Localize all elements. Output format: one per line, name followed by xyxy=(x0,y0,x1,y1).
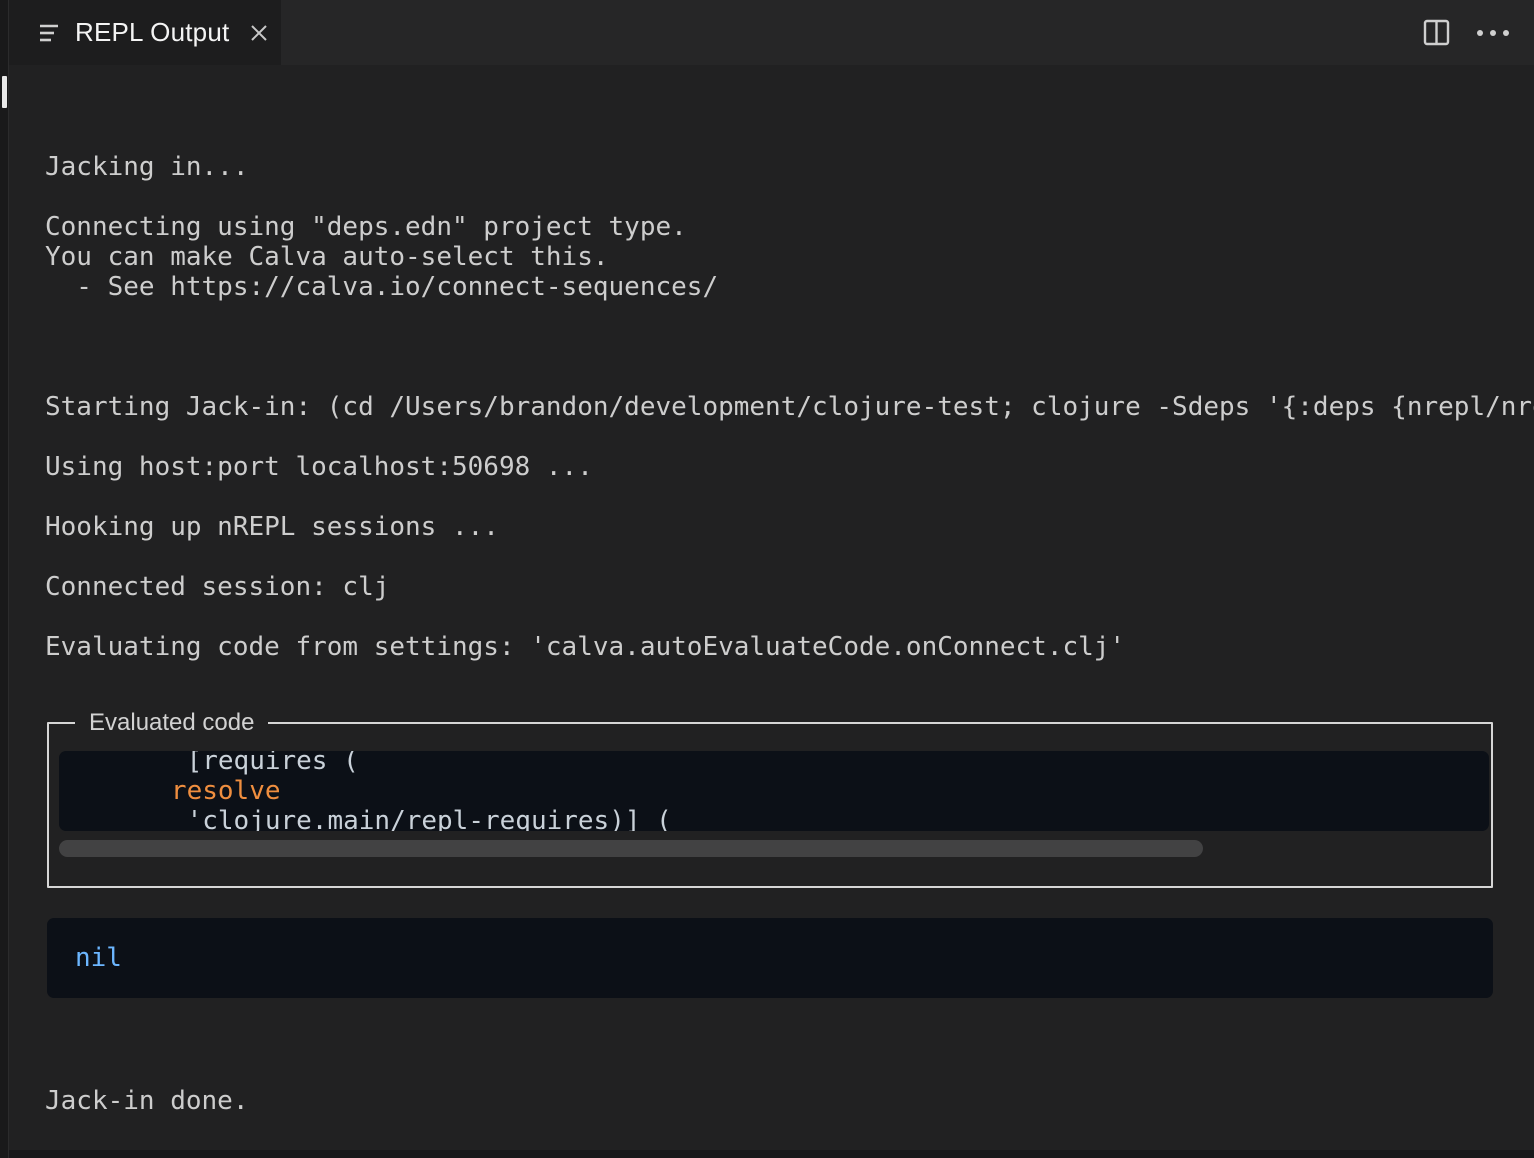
output-line: Connected session: clj xyxy=(45,572,1534,602)
output-icon xyxy=(39,22,63,44)
output-line: Connecting using "deps.edn" project type… xyxy=(45,212,1534,242)
tab-bar: REPL Output xyxy=(9,0,1534,65)
output-line: Using host:port localhost:50698 ... xyxy=(45,452,1534,482)
evaluated-code-legend: Evaluated code xyxy=(75,709,268,737)
output-line: Jacking in... xyxy=(45,152,1534,182)
split-editor-icon[interactable] xyxy=(1423,19,1450,46)
output-line: Starting Jack-in: (cd /Users/brandon/dev… xyxy=(45,392,1534,422)
horizontal-scrollbar[interactable] xyxy=(59,840,1483,857)
scrollbar-thumb[interactable] xyxy=(59,840,1203,857)
left-edge-strip xyxy=(0,0,9,1158)
jack-in-done-line: Jack-in done. xyxy=(45,1086,249,1116)
code-token: [requires ( xyxy=(171,751,359,776)
left-edge-glyph xyxy=(2,76,7,108)
evaluated-code-fieldset: Evaluated code ( when-let [requires ( re… xyxy=(47,709,1493,888)
more-actions-icon[interactable] xyxy=(1476,29,1510,37)
code-line: ( when-let [requires ( resolve 'clojure.… xyxy=(59,751,672,831)
output-area: Jacking in... Connecting using "deps.edn… xyxy=(45,152,1534,662)
output-line: - See https://calva.io/connect-sequences… xyxy=(45,272,1534,302)
editor-actions xyxy=(1423,0,1510,65)
tab-repl-output[interactable]: REPL Output xyxy=(9,0,281,65)
tab-title: REPL Output xyxy=(75,17,229,48)
code-token: resolve xyxy=(171,776,281,806)
result-value: nil xyxy=(47,943,122,973)
output-line: You can make Calva auto-select this. xyxy=(45,242,1534,272)
close-icon[interactable] xyxy=(245,19,273,47)
code-token: 'clojure.main/repl-requires)] ( xyxy=(171,806,672,831)
bottom-edge-strip xyxy=(9,1150,1534,1158)
evaluated-code-block: ( when-let [requires ( resolve 'clojure.… xyxy=(59,751,1489,831)
output-line: Evaluating code from settings: 'calva.au… xyxy=(45,632,1534,662)
output-line: Hooking up nREPL sessions ... xyxy=(45,512,1534,542)
result-box: nil xyxy=(47,918,1493,998)
